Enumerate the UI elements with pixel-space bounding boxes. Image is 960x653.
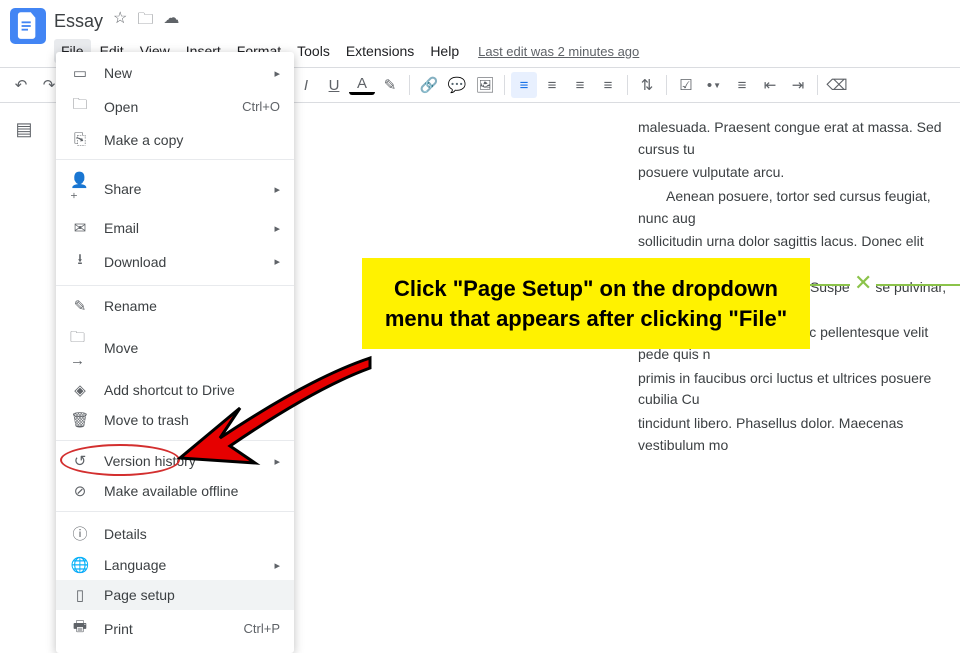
- menu-details[interactable]: ⓘ Details: [56, 517, 294, 550]
- body-text: tincidunt libero. Phasellus dolor. Maece…: [638, 413, 960, 456]
- menu-help[interactable]: Help: [423, 39, 466, 63]
- doc-title[interactable]: Essay: [54, 11, 103, 32]
- undo-icon[interactable]: ↶: [8, 72, 34, 98]
- indent-icon[interactable]: ⇥: [785, 72, 811, 98]
- menu-rename[interactable]: ✎ Rename: [56, 291, 294, 321]
- chevron-right-icon: ▸: [274, 183, 280, 196]
- print-icon: 🖶: [70, 616, 90, 641]
- docs-logo-icon[interactable]: [10, 8, 46, 44]
- email-icon: ✉: [70, 219, 90, 237]
- instruction-callout: Click "Page Setup" on the dropdown menu …: [362, 258, 810, 349]
- menu-print[interactable]: 🖶 Print Ctrl+P: [56, 610, 294, 647]
- underline-icon[interactable]: U: [321, 72, 347, 98]
- menu-extensions[interactable]: Extensions: [339, 39, 421, 63]
- align-left-icon[interactable]: ≡: [511, 72, 537, 98]
- page-icon: ▯: [70, 586, 90, 604]
- rename-icon: ✎: [70, 297, 90, 315]
- chevron-right-icon: ▸: [274, 222, 280, 235]
- move-icon[interactable]: 🗀: [137, 8, 153, 35]
- globe-icon: 🌐: [70, 556, 90, 574]
- folder-icon: 🗀: [70, 94, 90, 119]
- star-icon[interactable]: ☆: [113, 8, 127, 35]
- chevron-right-icon: ▸: [274, 67, 280, 80]
- document-icon: ▭: [70, 64, 90, 82]
- line-spacing-icon[interactable]: ⇅: [634, 72, 660, 98]
- link-icon[interactable]: 🔗: [416, 72, 442, 98]
- offline-icon: ⊘: [70, 482, 90, 500]
- outline-rail: ▤: [0, 103, 48, 547]
- body-text: posuere vulputate arcu.: [638, 162, 960, 184]
- last-edit[interactable]: Last edit was 2 minutes ago: [478, 44, 639, 59]
- menu-language[interactable]: 🌐 Language ▸: [56, 550, 294, 580]
- share-icon: 👤⁺: [70, 171, 90, 207]
- history-icon: ↺: [70, 452, 90, 470]
- arrow-icon: [160, 348, 380, 488]
- menu-download[interactable]: ⭳ Download ▸: [56, 243, 294, 280]
- menu-email[interactable]: ✉ Email ▸: [56, 213, 294, 243]
- align-center-icon[interactable]: ≡: [539, 72, 565, 98]
- menu-share[interactable]: 👤⁺ Share ▸: [56, 165, 294, 213]
- trash-icon: 🗑: [70, 411, 90, 429]
- text-color-icon[interactable]: A: [349, 75, 375, 95]
- image-icon[interactable]: 🖼: [472, 72, 498, 98]
- body-text: primis in faucibus orci luctus et ultric…: [638, 368, 960, 411]
- info-icon: ⓘ: [70, 523, 90, 544]
- chevron-right-icon: ▸: [274, 559, 280, 572]
- body-text: malesuada. Praesent congue erat at massa…: [638, 117, 960, 160]
- chevron-right-icon: ▸: [274, 255, 280, 268]
- align-right-icon[interactable]: ≡: [567, 72, 593, 98]
- italic-icon[interactable]: I: [293, 72, 319, 98]
- menu-open[interactable]: 🗀 Open Ctrl+O: [56, 88, 294, 125]
- menu-make-copy[interactable]: ⎘ Make a copy: [56, 125, 294, 154]
- outdent-icon[interactable]: ⇤: [757, 72, 783, 98]
- move-icon: 🗀→: [70, 327, 90, 369]
- comment-icon[interactable]: 💬: [444, 72, 470, 98]
- outline-icon[interactable]: ▤: [15, 119, 32, 547]
- menu-page-setup[interactable]: ▯ Page setup: [56, 580, 294, 610]
- highlight-icon[interactable]: ✎: [377, 72, 403, 98]
- cloud-icon[interactable]: ☁: [163, 8, 179, 35]
- clear-format-icon[interactable]: ⌫: [824, 72, 850, 98]
- menu-new[interactable]: ▭ New ▸: [56, 58, 294, 88]
- download-icon: ⭳: [70, 249, 90, 274]
- numbered-list-icon[interactable]: ≡: [729, 72, 755, 98]
- checklist-icon[interactable]: ☑: [673, 72, 699, 98]
- menu-tools[interactable]: Tools: [290, 39, 337, 63]
- body-text: Aenean posuere, tortor sed cursus feugia…: [638, 186, 960, 229]
- copy-icon: ⎘: [70, 131, 90, 148]
- bullet-list-icon[interactable]: •▼: [701, 72, 727, 98]
- align-justify-icon[interactable]: ≡: [595, 72, 621, 98]
- drive-icon: ◈: [70, 381, 90, 399]
